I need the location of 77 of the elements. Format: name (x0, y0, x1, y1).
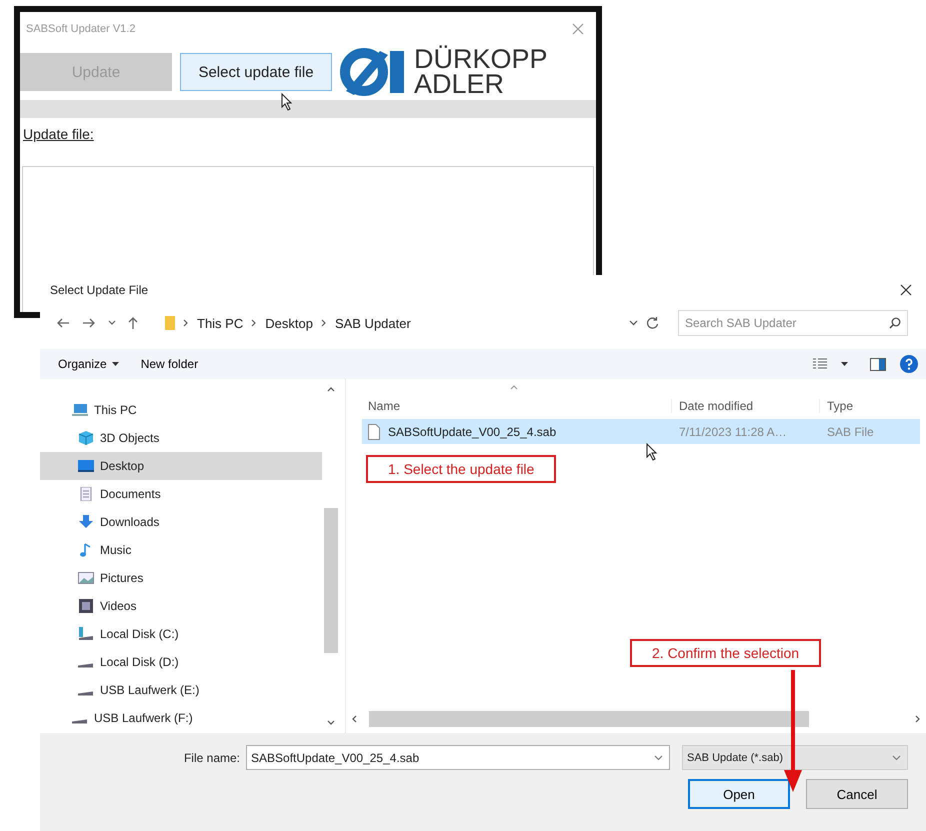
drive-icon (78, 690, 94, 696)
file-type-dropdown[interactable]: SAB Update (*.sab) (682, 745, 908, 770)
caret-icon[interactable] (841, 362, 848, 366)
hard-drive-icon (78, 627, 94, 641)
scroll-down-icon[interactable] (327, 720, 335, 725)
refresh-icon[interactable] (646, 316, 659, 330)
search-field[interactable]: Search SAB Updater (678, 310, 908, 336)
scroll-right-icon[interactable] (915, 715, 920, 723)
chevron-right-icon (183, 319, 189, 327)
download-icon (78, 515, 94, 529)
computer-icon (72, 403, 88, 417)
drive-icon (72, 718, 88, 724)
chevron-down-icon[interactable] (108, 320, 116, 326)
image-icon (78, 571, 94, 585)
monitor-icon (78, 459, 94, 473)
caret-icon (112, 362, 119, 366)
scroll-left-icon[interactable] (352, 715, 357, 723)
update-file-label: Update file: (23, 126, 94, 142)
breadcrumb-item[interactable]: This PC (197, 316, 244, 330)
file-icon (368, 424, 380, 440)
view-list-icon[interactable] (813, 358, 827, 370)
chevron-right-icon (251, 319, 258, 327)
column-header[interactable]: Date modified (671, 399, 819, 413)
select-file-button[interactable]: Select update file (180, 53, 332, 91)
file-name-label: File name: (184, 750, 240, 764)
sidebar-item[interactable]: USB Laufwerk (F:) (40, 704, 322, 732)
sidebar-item[interactable]: Local Disk (C:) (40, 620, 322, 648)
scrollbar-thumb[interactable] (324, 508, 338, 653)
file-name: SABSoftUpdate_V00_25_4.sab (388, 424, 556, 438)
back-arrow-icon[interactable] (56, 317, 70, 329)
table-cell-text: SAB File (826, 424, 875, 438)
sidebar-item[interactable]: Local Disk (D:) (40, 648, 322, 676)
sidebar-item[interactable]: This PC (40, 396, 322, 424)
organize-menu[interactable]: Organize (54, 357, 123, 371)
cancel-button[interactable]: Cancel (806, 779, 908, 809)
breadcrumb-item[interactable]: Desktop (265, 316, 313, 330)
table-cell-text: 7/11/2023 11:28 A… (678, 424, 788, 438)
scroll-up-icon[interactable] (327, 387, 335, 392)
drive-icon (78, 662, 94, 668)
sidebar-item[interactable]: USB Laufwerk (E:) (40, 676, 322, 704)
folder-icon (165, 315, 175, 331)
sidebar-item[interactable]: Downloads (40, 508, 322, 536)
sort-caret-icon (510, 385, 518, 390)
open-button[interactable]: Open (688, 779, 790, 809)
column-header[interactable]: Name (362, 399, 671, 413)
logo-text: ADLER (414, 72, 506, 97)
chevron-right-icon (320, 319, 327, 327)
sidebar-item[interactable]: Desktop (40, 452, 322, 480)
chevron-down-icon (892, 754, 901, 760)
sidebar-item[interactable]: 3D Objects (40, 424, 322, 452)
preview-pane-icon[interactable] (870, 358, 886, 370)
file-row[interactable]: SABSoftUpdate_V00_25_4.sab 7/11/2023 11:28 A… SAB File (362, 419, 920, 444)
search-icon[interactable] (889, 317, 901, 329)
chevron-down-icon[interactable] (654, 754, 663, 760)
help-icon[interactable] (900, 355, 918, 373)
sidebar-item[interactable]: Documents (40, 480, 322, 508)
new-folder-button[interactable]: New folder (136, 357, 202, 371)
sidebar-item[interactable]: Pictures (40, 564, 322, 592)
forward-arrow-icon[interactable] (82, 317, 96, 329)
breadcrumb-item[interactable]: SAB Updater (334, 316, 411, 330)
sidebar-item[interactable]: Music (40, 536, 322, 564)
window-title: SABSoft Updater V1.2 (26, 23, 136, 35)
film-icon (78, 599, 94, 613)
close-icon[interactable] (900, 284, 912, 296)
cursor-icon (646, 443, 658, 461)
up-arrow-icon[interactable] (128, 316, 138, 330)
column-header[interactable]: Type (819, 399, 920, 413)
document-icon (78, 487, 94, 501)
annotation-label: 1. Select the update file (366, 455, 556, 483)
annotation-label: 2. Confirm the selection (630, 639, 822, 667)
scrollbar-thumb[interactable] (369, 711, 809, 727)
sidebar-item[interactable]: Videos (40, 592, 322, 620)
cube-icon (78, 431, 94, 445)
dialog-title: Select Update File (50, 283, 148, 297)
chevron-down-icon[interactable] (629, 320, 638, 326)
logo-text: DÜRKOPP (414, 47, 548, 72)
file-name-field[interactable]: SABSoftUpdate_V00_25_4.sab (246, 745, 670, 770)
